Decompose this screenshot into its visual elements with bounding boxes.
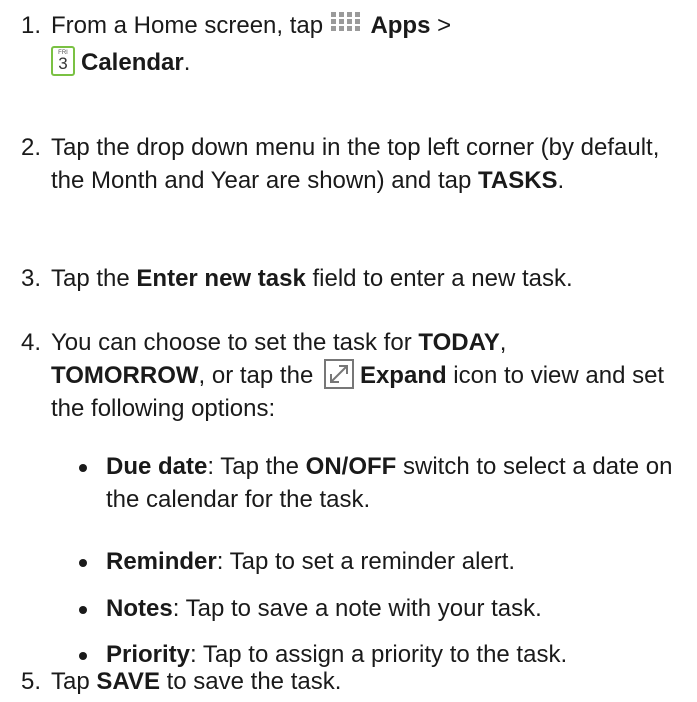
apps-label: Apps [370,12,431,39]
option-label: Reminder [106,548,217,575]
option-label: Priority [106,641,191,668]
step-text: From a Home screen, tap [51,12,330,39]
enter-new-task-label: Enter new task [136,265,306,292]
bullet-dot [79,464,87,472]
on-off-label: ON/OFF [305,453,397,480]
step-number: 2. [21,134,42,161]
step-number: 1. [21,12,42,39]
calendar-label: Calendar [81,49,184,76]
calendar-icon-date: 3 [58,54,68,73]
step-number: 4. [21,329,42,356]
option-label: Due date [106,453,208,480]
save-label: SAVE [96,668,160,695]
step-text: Tap the drop down menu in the top left c… [51,134,660,194]
bullet-dot [79,559,87,567]
step-number: 5. [21,668,42,695]
tomorrow-label: TOMORROW [51,362,199,389]
expand-label: Expand [359,362,447,389]
instructions-document: 1. From a Home screen, tap Apps > FRI 3 … [0,0,697,702]
option-label: Notes [106,595,173,622]
apps-grid-icon [330,11,364,46]
step-number: 3. [21,265,42,292]
calendar-icon: FRI 3 [51,46,75,76]
bullet-dot [79,652,87,660]
bullet-dot [79,606,87,614]
tasks-label: TASKS [477,167,558,194]
today-label: TODAY [418,329,500,356]
expand-icon [323,359,354,389]
